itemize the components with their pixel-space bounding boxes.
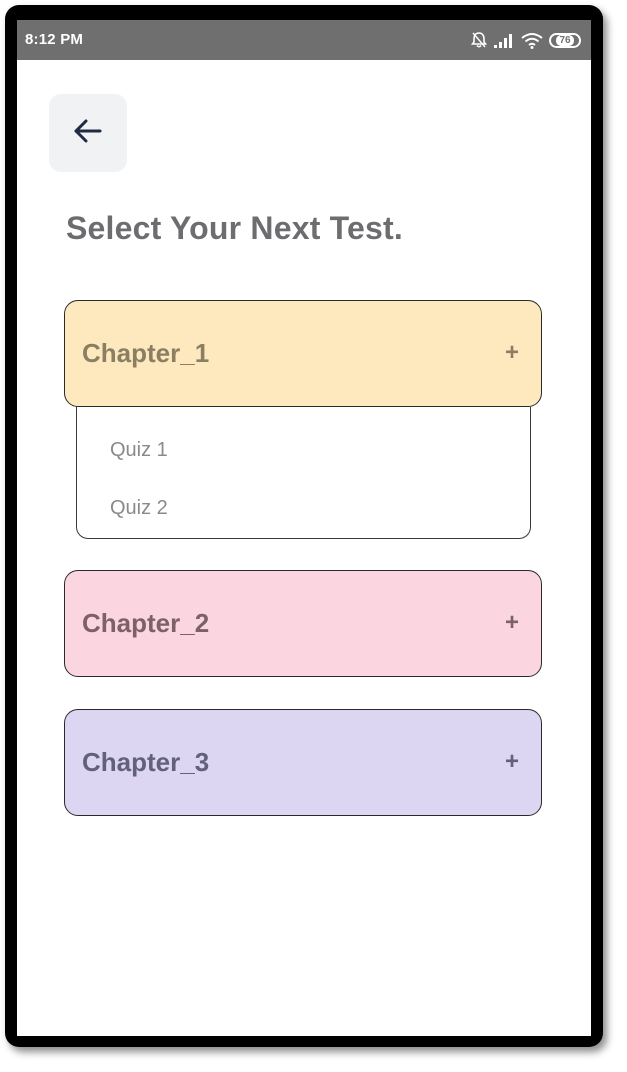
quiz-item-1[interactable]: Quiz 1 <box>110 439 168 462</box>
expand-plus-icon[interactable]: + <box>505 748 519 776</box>
status-time: 8:12 PM <box>25 31 84 48</box>
chapter-label: Chapter_1 <box>82 338 210 368</box>
screen: 8:12 PM 76 Select Your Next Test. Chapte… <box>17 20 591 1036</box>
back-button[interactable] <box>49 94 127 172</box>
quiz-item-2[interactable]: Quiz 2 <box>110 497 168 520</box>
chapter-label: Chapter_2 <box>82 608 210 638</box>
alarm-icon <box>471 31 487 49</box>
arrow-left-icon <box>73 118 103 149</box>
battery-level: 76 <box>556 34 574 46</box>
status-bar: 8:12 PM 76 <box>17 20 591 60</box>
status-icons: 76 <box>471 29 581 51</box>
expand-plus-icon[interactable]: + <box>505 609 519 637</box>
signal-icon <box>493 32 515 48</box>
chapter-2-header[interactable]: Chapter_2 + <box>64 570 542 677</box>
battery-icon: 76 <box>549 32 581 48</box>
chapter-1-quiz-list: Quiz 1 Quiz 2 <box>76 407 531 539</box>
wifi-icon <box>521 32 543 49</box>
chapter-1-header[interactable]: Chapter_1 + <box>64 300 542 407</box>
chapter-3-header[interactable]: Chapter_3 + <box>64 709 542 816</box>
page-title: Select Your Next Test. <box>66 210 403 246</box>
expand-plus-icon[interactable]: + <box>505 339 519 367</box>
phone-frame: 8:12 PM 76 Select Your Next Test. Chapte… <box>5 5 603 1047</box>
chapter-label: Chapter_3 <box>82 747 210 777</box>
